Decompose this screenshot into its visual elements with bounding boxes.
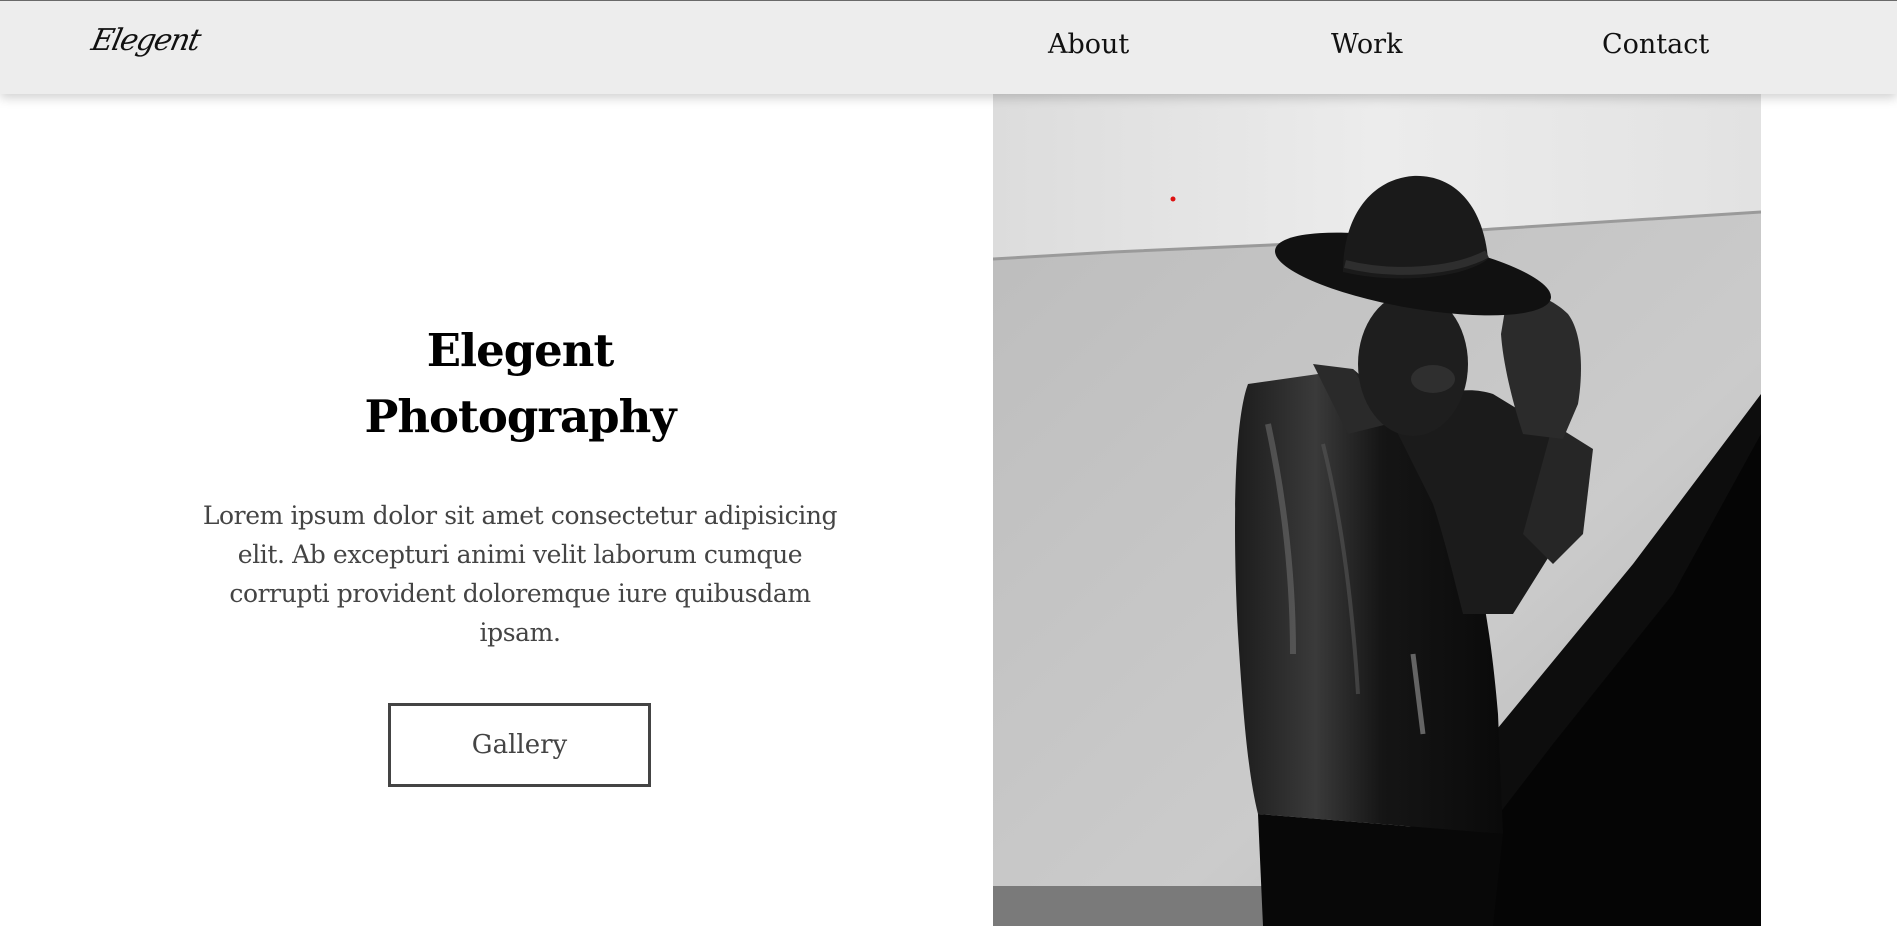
brand-logo[interactable]: Elegent	[88, 23, 203, 58]
nav-link-about[interactable]: About	[1048, 29, 1129, 60]
top-navbar: Elegent About Work Contact	[0, 0, 1897, 94]
hero-title-line2: Photography	[364, 390, 676, 443]
nav-link-contact[interactable]: Contact	[1602, 29, 1709, 60]
nav-link-work[interactable]: Work	[1331, 29, 1402, 60]
landing-page: Elegent About Work Contact Elegent Photo…	[0, 0, 1897, 926]
portrait-photo-image	[993, 94, 1761, 926]
hero-description: Lorem ipsum dolor sit amet consectetur a…	[202, 501, 838, 647]
hero-photo	[993, 94, 1761, 926]
hero-title: Elegent Photography	[190, 318, 850, 450]
hero-title-line1: Elegent	[426, 324, 615, 377]
gallery-button[interactable]: Gallery	[388, 703, 651, 787]
